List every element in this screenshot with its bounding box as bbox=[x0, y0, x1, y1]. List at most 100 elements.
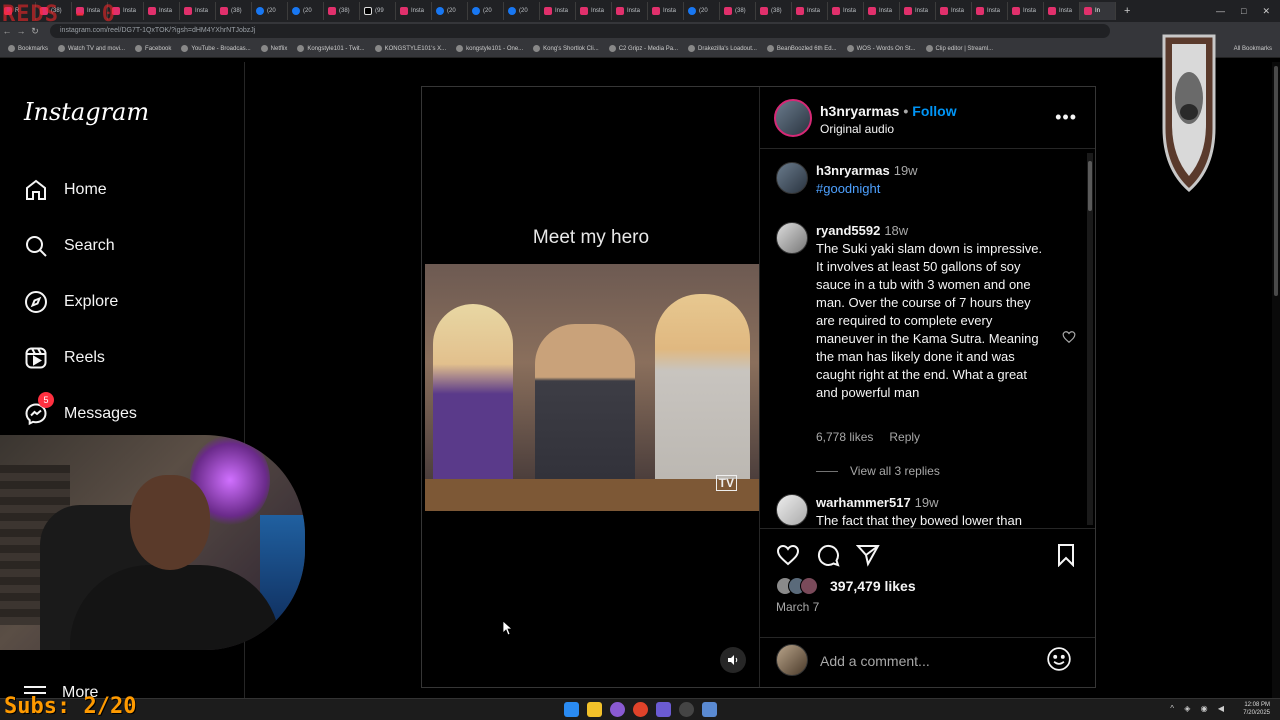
browser-tab[interactable]: Insta bbox=[180, 2, 216, 20]
browser-tab[interactable]: Insta bbox=[864, 2, 900, 20]
sidebar-item-explore[interactable]: Explore bbox=[24, 290, 118, 314]
browser-tab[interactable]: (20 bbox=[432, 2, 468, 20]
browser-tab[interactable]: (99 bbox=[360, 2, 396, 20]
view-replies-button[interactable]: View all 3 replies bbox=[816, 464, 940, 478]
volume-button[interactable] bbox=[720, 647, 746, 673]
comment-username[interactable]: ryand5592 bbox=[816, 223, 880, 238]
tab-favicon-icon bbox=[544, 7, 552, 15]
app-icon[interactable] bbox=[610, 702, 625, 717]
author-username[interactable]: h3nryarmas bbox=[820, 103, 899, 119]
browser-tab[interactable]: Insta bbox=[792, 2, 828, 20]
taskbar-clock[interactable]: 12:08 PM 7/20/2025 bbox=[1243, 701, 1270, 717]
browser-tab[interactable]: (38) bbox=[756, 2, 792, 20]
comment-like-icon[interactable] bbox=[1062, 330, 1076, 344]
commenter-avatar[interactable] bbox=[776, 222, 808, 254]
browser-tab[interactable]: Insta bbox=[972, 2, 1008, 20]
more-options-icon[interactable]: ••• bbox=[1055, 107, 1077, 128]
comment-icon[interactable] bbox=[816, 543, 840, 567]
like-icon[interactable] bbox=[776, 543, 800, 567]
audio-link[interactable]: Original audio bbox=[820, 122, 894, 136]
bookmark-item[interactable]: KONGSTYLE101's X... bbox=[374, 45, 446, 52]
chrome-icon[interactable] bbox=[633, 702, 648, 717]
author-avatar[interactable] bbox=[776, 162, 808, 194]
liker-avatars[interactable] bbox=[776, 577, 830, 595]
minimize-icon[interactable]: — bbox=[1216, 6, 1225, 16]
reply-button[interactable]: Reply bbox=[889, 430, 920, 444]
bookmark-item[interactable]: Bookmarks bbox=[8, 45, 48, 52]
browser-tab[interactable]: Insta bbox=[396, 2, 432, 20]
comment-username[interactable]: warhammer517 bbox=[816, 495, 911, 510]
reload-icon[interactable]: ↻ bbox=[28, 26, 42, 37]
sidebar-item-messages[interactable]: 5 Messages bbox=[24, 392, 137, 426]
browser-tab[interactable]: (20 bbox=[288, 2, 324, 20]
browser-tab[interactable]: In bbox=[1080, 2, 1116, 20]
follow-button[interactable]: Follow bbox=[912, 103, 956, 119]
discord-icon[interactable] bbox=[656, 702, 671, 717]
browser-tab[interactable]: (20 bbox=[504, 2, 540, 20]
browser-tab[interactable]: (20 bbox=[252, 2, 288, 20]
bookmark-item[interactable]: Drakezilla's Loadout... bbox=[688, 45, 757, 52]
all-bookmarks[interactable]: All Bookmarks bbox=[1234, 46, 1272, 52]
settings-icon[interactable] bbox=[702, 702, 717, 717]
system-tray[interactable]: ^ ◈ ◉ ◀ bbox=[1170, 704, 1228, 713]
back-icon[interactable]: ← bbox=[0, 26, 14, 36]
browser-tab[interactable]: (20 bbox=[684, 2, 720, 20]
browser-tab[interactable]: (38) bbox=[324, 2, 360, 20]
scrollbar-thumb[interactable] bbox=[1274, 66, 1278, 296]
bookmark-item[interactable]: C2 Gripz - Media Pa... bbox=[608, 45, 678, 52]
close-icon[interactable]: ✕ bbox=[1262, 6, 1270, 17]
save-icon[interactable] bbox=[1054, 543, 1078, 567]
browser-tab[interactable]: (38) bbox=[216, 2, 252, 20]
emoji-icon[interactable] bbox=[1046, 646, 1072, 672]
bookmark-item[interactable]: Kong's Shortlok Cli... bbox=[533, 45, 599, 52]
sidebar-item-home[interactable]: Home bbox=[24, 178, 107, 202]
bookmark-item[interactable]: Watch TV and movi... bbox=[58, 45, 125, 52]
bookmark-item[interactable]: kongstyle101 - One... bbox=[456, 45, 523, 52]
url-field[interactable]: instagram.com/reel/DG7T-1QxTOK/?igsh=dHM… bbox=[50, 24, 1110, 38]
video-frame[interactable]: TV bbox=[425, 264, 759, 511]
comments-scrollbar[interactable] bbox=[1087, 153, 1093, 525]
browser-tab[interactable]: Insta bbox=[1008, 2, 1044, 20]
bookmark-item[interactable]: Clip editor | Streaml... bbox=[925, 45, 993, 52]
author-avatar[interactable] bbox=[774, 99, 812, 137]
mouse-cursor-icon bbox=[503, 621, 513, 635]
browser-tab[interactable]: (38) bbox=[720, 2, 756, 20]
browser-tab[interactable]: Insta bbox=[144, 2, 180, 20]
comment-likes[interactable]: 6,778 likes bbox=[816, 430, 873, 444]
new-tab-button[interactable]: + bbox=[1124, 5, 1130, 17]
comment-input[interactable] bbox=[820, 650, 1030, 672]
browser-tab[interactable]: Insta bbox=[576, 2, 612, 20]
instagram-logo[interactable]: Instagram bbox=[24, 98, 149, 126]
hashtag-link[interactable]: #goodnight bbox=[816, 181, 880, 196]
start-icon[interactable] bbox=[564, 702, 579, 717]
maximize-icon[interactable]: □ bbox=[1241, 6, 1246, 16]
video-player[interactable]: Meet my hero TV bbox=[422, 87, 760, 687]
commenter-avatar[interactable] bbox=[776, 494, 808, 526]
likes-count[interactable]: 397,479 likes bbox=[830, 578, 916, 594]
bookmark-favicon-icon bbox=[533, 45, 541, 52]
bookmark-item[interactable]: BeanBoozled 6th Ed... bbox=[766, 45, 837, 52]
bookmark-item[interactable]: WOS - Words On St... bbox=[846, 45, 916, 52]
page-scrollbar[interactable] bbox=[1272, 62, 1280, 698]
browser-tab[interactable]: Insta bbox=[1044, 2, 1080, 20]
browser-tab[interactable]: Insta bbox=[828, 2, 864, 20]
sidebar-item-search[interactable]: Search bbox=[24, 234, 115, 258]
browser-tab[interactable]: Insta bbox=[900, 2, 936, 20]
sidebar-item-reels[interactable]: Reels bbox=[24, 346, 105, 370]
comment-username[interactable]: h3nryarmas bbox=[816, 163, 890, 178]
forward-icon[interactable]: → bbox=[14, 26, 28, 36]
bookmark-item[interactable]: Facebook bbox=[135, 45, 171, 52]
app-icon[interactable] bbox=[679, 702, 694, 717]
browser-tab[interactable]: Insta bbox=[648, 2, 684, 20]
tab-label: (20 bbox=[447, 8, 456, 14]
scrollbar-thumb[interactable] bbox=[1088, 161, 1092, 211]
browser-tab[interactable]: (20 bbox=[468, 2, 504, 20]
browser-tab[interactable]: Insta bbox=[540, 2, 576, 20]
browser-tab[interactable]: Insta bbox=[612, 2, 648, 20]
bookmark-item[interactable]: Kongstyle101 - Twit... bbox=[297, 45, 365, 52]
bookmark-item[interactable]: Netflix bbox=[260, 45, 287, 52]
bookmark-item[interactable]: YouTube - Broadcas... bbox=[181, 45, 251, 52]
file-explorer-icon[interactable] bbox=[587, 702, 602, 717]
browser-tab[interactable]: Insta bbox=[936, 2, 972, 20]
share-icon[interactable] bbox=[856, 543, 880, 567]
